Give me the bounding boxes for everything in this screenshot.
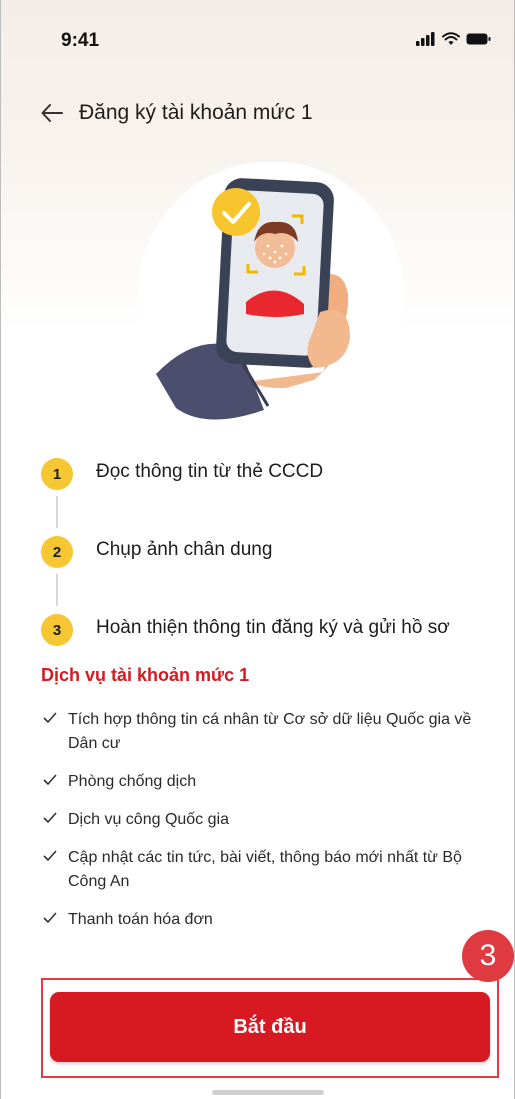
step-label: Đọc thông tin từ thẻ CCCD (96, 461, 324, 482)
step-number: 2 (41, 536, 73, 568)
status-time: 9:41 (61, 30, 100, 51)
checkmark-icon (43, 912, 57, 924)
service-item: Tích hợp thông tin cá nhân từ Cơ sở dữ l… (43, 708, 473, 756)
service-item: Thanh toán hóa đơn (43, 908, 473, 932)
service-item-label: Tích hợp thông tin cá nhân từ Cơ sở dữ l… (68, 711, 472, 752)
back-arrow-icon (41, 104, 63, 122)
services-list: Tích hợp thông tin cá nhân từ Cơ sở dữ l… (43, 708, 473, 946)
checkmark-icon (43, 812, 57, 824)
checkmark-icon (43, 850, 57, 862)
step-number: 3 (41, 614, 73, 646)
signal-icon (416, 32, 435, 46)
battery-icon (466, 33, 491, 45)
checkmark-icon (43, 712, 57, 724)
service-item: Phòng chống dịch (43, 770, 473, 794)
steps-list: 1 Đọc thông tin từ thẻ CCCD 2 Chụp ảnh c… (41, 452, 501, 686)
face-scan-illustration (136, 161, 406, 432)
services-title: Dịch vụ tài khoản mức 1 (41, 665, 250, 685)
step-connector (56, 574, 58, 606)
step-connector (56, 496, 58, 528)
start-button[interactable]: Bắt đầu (50, 992, 490, 1062)
step-label: Chụp ảnh chân dung (96, 539, 273, 560)
service-item-label: Cập nhật các tin tức, bài viết, thông bá… (68, 849, 462, 890)
step-number: 1 (41, 458, 73, 490)
app-screen: 9:41 Đăng ký tài khoản mức 1 1 Đọc thông… (0, 0, 515, 1099)
back-button[interactable] (39, 100, 65, 126)
annotation-step-badge: 3 (462, 930, 514, 982)
service-item-label: Phòng chống dịch (68, 773, 197, 790)
header: Đăng ký tài khoản mức 1 (39, 100, 313, 126)
service-item: Cập nhật các tin tức, bài viết, thông bá… (43, 846, 473, 894)
checkmark-icon (43, 774, 57, 786)
wifi-icon (442, 32, 460, 45)
step-item: 1 Đọc thông tin từ thẻ CCCD (41, 452, 501, 530)
service-item: Dịch vụ công Quốc gia (43, 808, 473, 832)
step-label: Hoàn thiện thông tin đăng ký và gửi hồ s… (96, 617, 450, 638)
step-item: 2 Chụp ảnh chân dung (41, 530, 501, 608)
home-indicator (212, 1090, 324, 1095)
service-item-label: Thanh toán hóa đơn (68, 911, 213, 928)
status-icons (416, 32, 492, 46)
service-item-label: Dịch vụ công Quốc gia (68, 811, 229, 828)
page-title: Đăng ký tài khoản mức 1 (79, 101, 313, 124)
status-bar: 9:41 (1, 0, 514, 70)
